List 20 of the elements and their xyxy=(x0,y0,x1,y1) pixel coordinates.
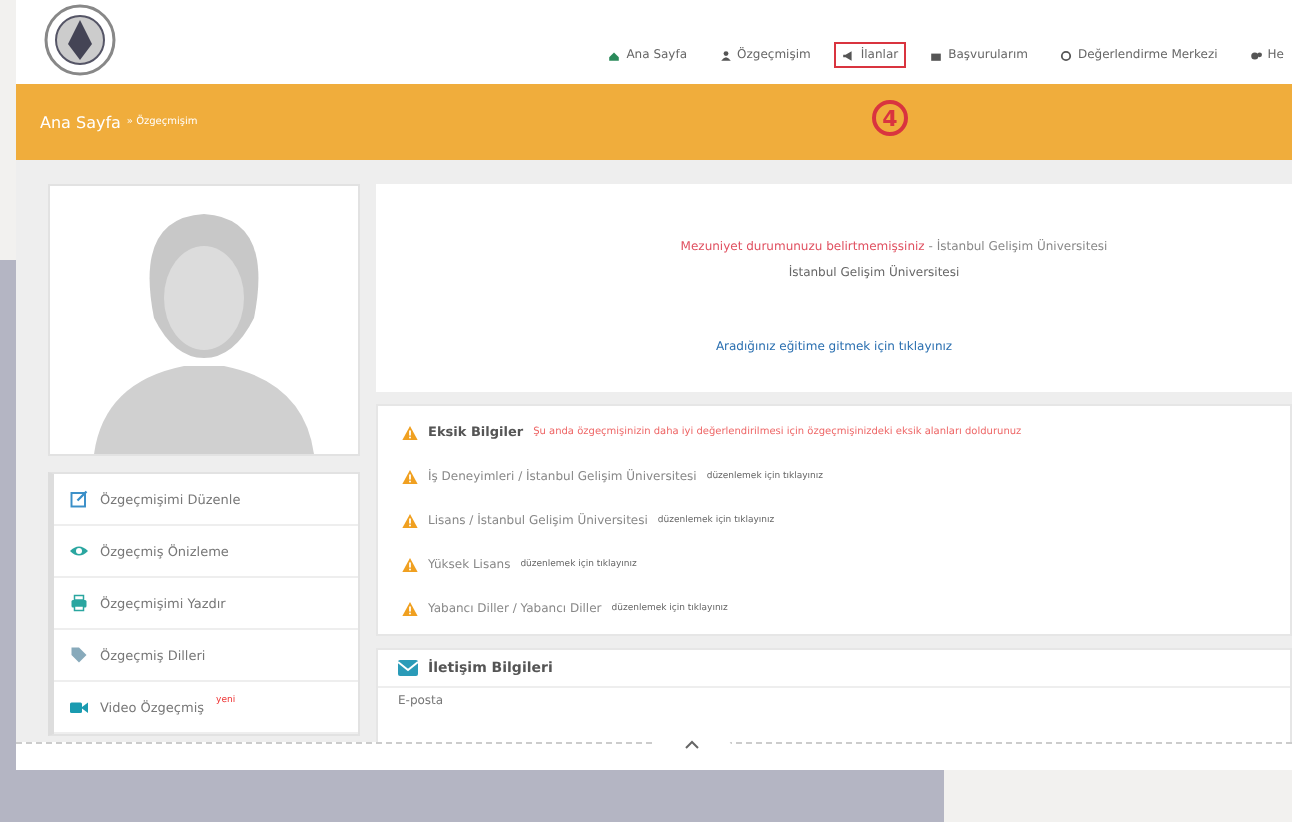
home-icon xyxy=(608,49,621,61)
briefcase-icon xyxy=(930,49,943,61)
edit-icon xyxy=(70,490,88,508)
warning-icon xyxy=(402,469,418,483)
warning-icon xyxy=(402,513,418,527)
video-camera-icon xyxy=(70,698,88,716)
envelope-icon xyxy=(398,660,418,676)
chevron-up-icon[interactable] xyxy=(684,740,700,750)
printer-icon xyxy=(70,594,88,612)
tag-icon xyxy=(70,646,88,664)
warning-icon xyxy=(402,601,418,615)
warning-icon xyxy=(402,425,418,439)
circle-icon xyxy=(1059,49,1072,61)
gears-icon xyxy=(1249,49,1262,61)
warning-icon xyxy=(402,557,418,571)
page-title: Ana Sayfa xyxy=(40,113,121,131)
eye-icon xyxy=(70,542,88,560)
megaphone-icon xyxy=(842,49,855,61)
user-icon xyxy=(719,49,732,61)
step-number: 4 xyxy=(872,100,908,136)
